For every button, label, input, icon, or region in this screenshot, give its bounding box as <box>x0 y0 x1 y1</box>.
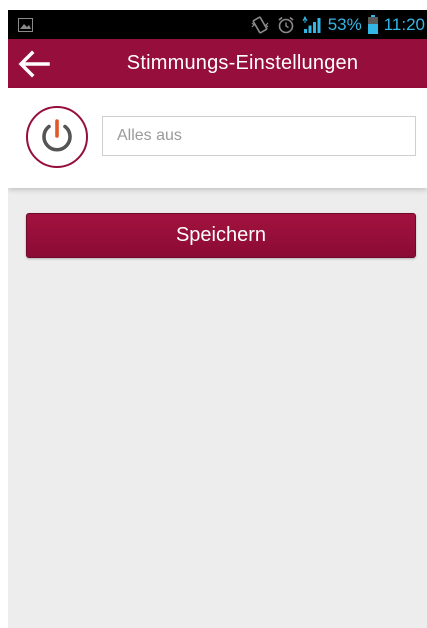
page-title: Stimmungs-Einstellungen <box>126 52 359 74</box>
signal-icon <box>302 15 322 34</box>
power-toggle-button[interactable] <box>26 106 88 168</box>
mood-name-input[interactable] <box>102 116 416 156</box>
power-icon <box>42 119 72 152</box>
battery-icon <box>367 15 378 34</box>
vibrate-icon <box>250 15 270 35</box>
gallery-notification-icon <box>18 17 33 32</box>
clock-time: 11:20 <box>383 14 425 34</box>
app-bar: Stimmungs-Einstellungen <box>8 39 427 88</box>
arrow-left-icon[interactable] <box>16 49 52 79</box>
save-button[interactable]: Speichern <box>26 213 416 258</box>
battery-percent: 53% <box>327 14 362 34</box>
app-screen: 53% 11:20 Stimmungs-Einstellungen Alles … <box>8 10 427 628</box>
status-bar: 53% 11:20 <box>8 10 427 39</box>
alarm-icon <box>276 15 296 35</box>
